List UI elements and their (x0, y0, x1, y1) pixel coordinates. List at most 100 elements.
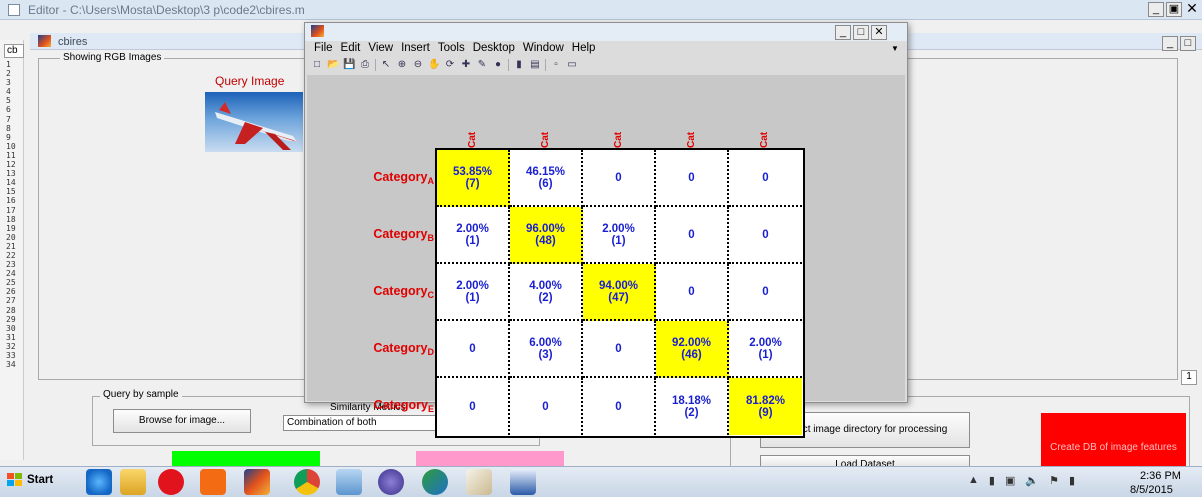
row-label-text: Category (373, 170, 428, 184)
browse-image-button[interactable]: Browse for image... (113, 409, 251, 433)
colorbar-icon[interactable]: ▮ (513, 59, 525, 71)
cell-percent: 94.00% (598, 279, 638, 292)
line-number: 7 (6, 114, 11, 124)
flag-icon[interactable]: ⚑ (1049, 474, 1059, 487)
clock-date[interactable]: 8/5/2015 (1130, 484, 1173, 496)
line-number: 2 (6, 69, 11, 79)
menu-overflow-icon[interactable]: ▼ (891, 44, 899, 53)
battery-icon[interactable]: ▮ (1069, 474, 1075, 487)
line-number: 4 (6, 87, 11, 97)
matrix-cell: 46.15% (6) (510, 150, 583, 207)
cell-percent: 0 (615, 400, 622, 413)
menu-desktop[interactable]: Desktop (473, 42, 515, 54)
zoom-out-icon[interactable]: ⊖ (412, 59, 424, 71)
rotate-icon[interactable]: ⟳ (444, 59, 456, 71)
matlab-icon[interactable] (244, 469, 270, 495)
select-arrow-icon[interactable]: ↖ (380, 59, 392, 71)
chrome-icon[interactable] (294, 469, 320, 495)
link-icon[interactable]: ● (492, 59, 504, 71)
menu-edit[interactable]: Edit (341, 42, 361, 54)
eclipse-icon[interactable] (378, 469, 404, 495)
row-label-subscript: E (427, 404, 434, 414)
query-by-sample-label: Query by sample (100, 389, 182, 400)
menu-window[interactable]: Window (523, 42, 564, 54)
editor-window-controls: _ ▣ ✕ (1146, 1, 1200, 17)
create-db-button[interactable]: Create DB of image features (1041, 413, 1186, 468)
matrix-cell: 92.00% (46) (656, 321, 729, 378)
cell-count: (1) (465, 234, 480, 247)
line-number: 21 (6, 241, 16, 251)
cell-percent: 2.00% (602, 222, 635, 235)
matrix-cell: 0 (656, 264, 729, 321)
save-icon[interactable]: 💾 (343, 59, 355, 71)
menu-insert[interactable]: Insert (401, 42, 430, 54)
matrix-cell: 0 (437, 321, 510, 378)
minimize-icon[interactable]: _ (1162, 36, 1178, 51)
maximize-icon[interactable]: □ (853, 25, 869, 40)
network-icon[interactable]: ▣ (1005, 474, 1015, 487)
close-icon[interactable]: ✕ (1184, 1, 1200, 17)
line-number: 6 (6, 105, 11, 115)
page-number-box[interactable]: 1 (1181, 370, 1197, 385)
column-label: Cate (467, 132, 478, 148)
brush-icon[interactable]: ✎ (476, 59, 488, 71)
line-number: 1 (6, 60, 11, 69)
new-figure-icon[interactable]: □ (311, 59, 323, 71)
row-label: CategoryA (359, 170, 434, 186)
volume-icon[interactable]: 🔈 (1025, 474, 1039, 487)
zoom-in-icon[interactable]: ⊕ (396, 59, 408, 71)
cell-percent: 81.82% (745, 394, 785, 407)
windows-logo-icon (7, 473, 22, 486)
cell-count: (47) (608, 291, 629, 304)
print-icon[interactable]: ⎙ (359, 59, 371, 71)
column-label: Cate (686, 132, 697, 148)
menu-tools[interactable]: Tools (438, 42, 465, 54)
cell-percent: 6.00% (529, 336, 562, 349)
legend-icon[interactable]: ▤ (529, 59, 541, 71)
row-label-text: Category (373, 398, 428, 412)
matrix-cell: 0 (583, 150, 656, 207)
editor-file-tab[interactable]: cb (4, 44, 24, 58)
opera-icon[interactable] (158, 469, 184, 495)
menu-help[interactable]: Help (572, 42, 596, 54)
network-app-icon[interactable] (422, 469, 448, 495)
cell-count: (46) (681, 348, 702, 361)
figure-menubar: File Edit View Insert Tools Desktop Window Help (314, 42, 603, 54)
start-button[interactable]: Start (6, 472, 53, 488)
pan-icon[interactable]: ✋ (428, 59, 440, 71)
figure-titlebar[interactable] (305, 23, 907, 41)
row-label-text: Category (373, 227, 428, 241)
signal-icon[interactable]: ▮ (989, 474, 995, 487)
matlab-icon (311, 25, 324, 37)
menu-view[interactable]: View (368, 42, 393, 54)
restore-icon[interactable]: □ (1180, 36, 1196, 51)
minimize-icon[interactable]: _ (835, 25, 851, 40)
matrix-cell: 53.85% (7) (437, 150, 510, 207)
office-icon[interactable] (200, 469, 226, 495)
line-numbers: 1 2 3 4 5 6 7 8 9 10 11 12 13 14 15 16 17 18 19 20 21 22 23 24 2… (6, 60, 24, 369)
file-explorer-icon[interactable] (120, 469, 146, 495)
photo-viewer-icon[interactable] (336, 469, 362, 495)
close-icon[interactable]: ✕ (871, 25, 887, 40)
menu-file[interactable]: File (314, 42, 333, 54)
toolbar-separator (545, 59, 546, 71)
paint-icon[interactable] (466, 469, 492, 495)
tray-expand-icon[interactable]: ▲ (968, 474, 979, 487)
minimize-icon[interactable]: _ (1148, 2, 1164, 17)
cell-percent: 0 (762, 171, 769, 184)
open-icon[interactable]: 📂 (327, 59, 339, 71)
figure-toolbar: □ 📂 💾 ⎙ ↖ ⊕ ⊖ ✋ ⟳ ✚ ✎ ● ▮ ▤ ▫ ▭ (311, 58, 578, 72)
data-cursor-icon[interactable]: ✚ (460, 59, 472, 71)
cell-percent: 0 (688, 285, 695, 298)
hide-plot-tools-icon[interactable]: ▫ (550, 59, 562, 71)
matrix-cell: 94.00% (47) (583, 264, 656, 321)
restore-icon[interactable]: ▣ (1166, 2, 1182, 17)
row-label: CategoryD (359, 341, 434, 357)
show-plot-tools-icon[interactable]: ▭ (566, 59, 578, 71)
cell-percent: 96.00% (525, 222, 565, 235)
word-icon[interactable] (510, 469, 536, 495)
matrix-cell: 0 (583, 378, 656, 435)
internet-explorer-icon[interactable] (86, 469, 112, 495)
clock-time[interactable]: 2:36 PM (1140, 470, 1181, 482)
cell-percent: 2.00% (749, 336, 782, 349)
